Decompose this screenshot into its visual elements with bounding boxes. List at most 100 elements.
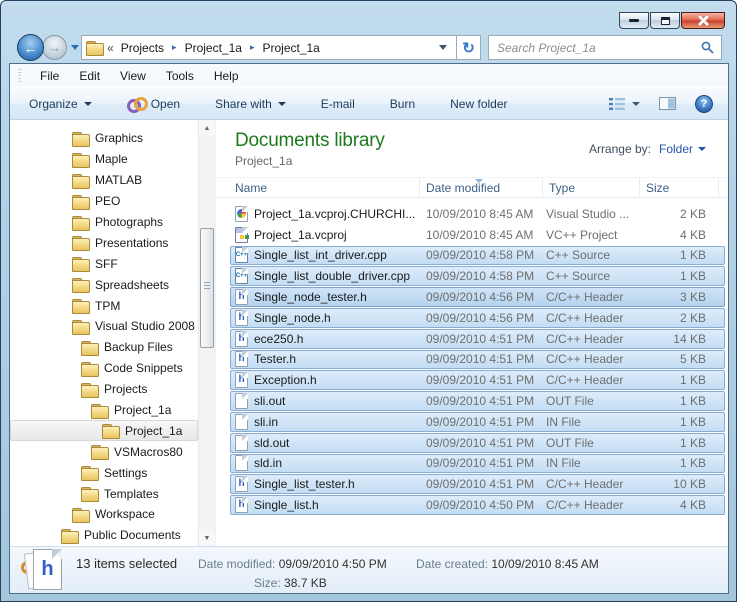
selection-preview-icon: h xyxy=(20,548,66,593)
file-row-single-list-tester-h[interactable]: h Single_list_tester.h 09/09/2010 4:51 PM C… xyxy=(230,474,725,495)
file-row-single-node-tester-h[interactable]: h Single_node_tester.h 09/09/2010 4:56 PM C… xyxy=(230,287,725,307)
sidebar-scrollbar[interactable]: ▲ ▼ xyxy=(198,120,215,546)
file-size: 3 KB xyxy=(679,290,706,305)
recent-pages-dropdown-icon[interactable] xyxy=(71,45,79,50)
file-type: OUT File xyxy=(546,435,594,450)
file-date-modified: 09/09/2010 4:56 PM xyxy=(426,290,535,305)
toolbar-button-burn[interactable]: Burn xyxy=(381,92,424,116)
tree-item-label: TPM xyxy=(95,298,121,313)
minimize-button[interactable] xyxy=(619,12,649,29)
menu-item-help[interactable]: Help xyxy=(204,66,249,86)
toolbar-button-organize[interactable]: Organize xyxy=(20,92,101,116)
sidebar-item-vsmacros80[interactable]: VSMacros80 xyxy=(10,441,198,462)
search-box[interactable] xyxy=(488,35,722,60)
breadcrumb-item-project-1a[interactable]: Project_1a xyxy=(258,39,323,57)
file-date-modified: 09/09/2010 4:51 PM xyxy=(426,373,535,388)
folder-icon xyxy=(72,194,90,210)
address-dropdown-icon[interactable] xyxy=(439,45,447,50)
file-row-single-list-int-driver-cpp[interactable]: C++ Single_list_int_driver.cpp 09/09/2010 … xyxy=(230,245,725,266)
blank-file-icon xyxy=(235,455,248,472)
arrange-by-value[interactable]: Folder xyxy=(659,142,693,156)
breadcrumb-item-projects[interactable]: Projects xyxy=(117,39,168,57)
preview-pane-icon xyxy=(659,97,676,110)
file-row-sld-in[interactable]: sld.in 09/09/2010 4:51 PM IN File 1 KB xyxy=(230,453,725,474)
file-row-sli-out[interactable]: sli.out 09/09/2010 4:51 PM OUT File 1 KB xyxy=(230,391,725,411)
file-name-cell: C++ Single_list_double_driver.cpp xyxy=(231,268,421,285)
file-name-cell: h ece250.h xyxy=(231,330,421,347)
menu-item-file[interactable]: File xyxy=(30,66,69,86)
folder-icon xyxy=(81,487,99,503)
sidebar-item-peo[interactable]: PEO xyxy=(10,191,198,212)
arrange-by-control[interactable]: Arrange by: Folder xyxy=(589,142,706,156)
sidebar-item-workspace[interactable]: Workspace xyxy=(10,504,198,525)
sidebar-item-visual-studio-2008[interactable]: Visual Studio 2008 xyxy=(10,316,198,337)
scrollbar-thumb[interactable] xyxy=(200,228,214,348)
folder-icon xyxy=(72,152,90,168)
column-header-name[interactable]: Name xyxy=(216,178,420,197)
file-size: 1 KB xyxy=(679,248,706,263)
tree-item-label: Templates xyxy=(104,486,159,501)
file-row-sld-out[interactable]: sld.out 09/09/2010 4:51 PM OUT File 1 KB xyxy=(230,432,725,453)
sidebar-item-public-documents[interactable]: Public Documents xyxy=(10,525,198,546)
toolbar-button-e-mail[interactable]: E-mail xyxy=(312,92,364,116)
sidebar-item-project-1a[interactable]: Project_1a xyxy=(10,420,198,442)
sidebar-item-sff[interactable]: SFF xyxy=(10,253,198,274)
column-header-type[interactable]: Type xyxy=(543,178,640,197)
menu-item-tools[interactable]: Tools xyxy=(156,66,204,86)
file-name-cell: h Tester.h xyxy=(231,351,421,368)
file-row-single-node-h[interactable]: h Single_node.h 09/09/2010 4:56 PM C/C++ He… xyxy=(230,307,725,328)
close-button[interactable] xyxy=(681,12,725,29)
back-button[interactable]: ← xyxy=(17,34,44,61)
breadcrumb: Projects ▸ Project_1a ▸ Project_1a xyxy=(117,39,324,57)
sidebar-item-spreadsheets[interactable]: Spreadsheets xyxy=(10,274,198,295)
sidebar-item-matlab[interactable]: MATLAB xyxy=(10,170,198,191)
scroll-down-icon[interactable]: ▼ xyxy=(199,530,215,546)
sidebar-item-projects[interactable]: Projects xyxy=(10,379,198,400)
tree-item-label: VSMacros80 xyxy=(114,444,183,459)
toolbar-button-share-with[interactable]: Share with xyxy=(206,92,295,116)
refresh-button[interactable]: ↻ xyxy=(457,35,481,60)
address-bar[interactable]: « Projects ▸ Project_1a ▸ Project_1a xyxy=(81,35,457,60)
forward-button[interactable]: → xyxy=(42,35,67,60)
help-button[interactable]: ? xyxy=(690,91,718,117)
sidebar-item-photographs[interactable]: Photographs xyxy=(10,212,198,233)
menu-item-edit[interactable]: Edit xyxy=(69,66,110,86)
h-file-icon: h xyxy=(235,309,248,326)
file-row-project-1a-vcproj-churchi-[interactable]: Project_1a.vcproj.CHURCHI... 10/09/2010 8… xyxy=(230,204,725,224)
menu-item-view[interactable]: View xyxy=(110,66,156,86)
file-row-ece250-h[interactable]: h ece250.h 09/09/2010 4:51 PM C/C++ Header 1… xyxy=(230,328,725,349)
sidebar-item-graphics[interactable]: Graphics xyxy=(10,128,198,149)
change-view-button[interactable] xyxy=(604,94,645,114)
sidebar-item-tpm[interactable]: TPM xyxy=(10,295,198,316)
scroll-up-icon[interactable]: ▲ xyxy=(199,120,215,136)
tree-item-label: Project_1a xyxy=(125,423,183,438)
column-header-size[interactable]: Size xyxy=(640,178,719,197)
file-row-exception-h[interactable]: h Exception.h 09/09/2010 4:51 PM C/C++ Head… xyxy=(230,370,725,391)
sidebar-item-backup-files[interactable]: Backup Files xyxy=(10,337,198,358)
file-name: Project_1a.vcproj.CHURCHI... xyxy=(254,206,416,221)
folder-icon xyxy=(72,131,90,147)
file-row-project-1a-vcproj[interactable]: Project_1a.vcproj 10/09/2010 8:45 AM VC++ … xyxy=(230,225,725,245)
sidebar-item-templates[interactable]: Templates xyxy=(10,483,198,504)
toolbar-button-open[interactable]: Open xyxy=(118,92,189,116)
search-icon[interactable] xyxy=(701,41,714,54)
preview-pane-button[interactable] xyxy=(654,93,681,114)
restore-button[interactable] xyxy=(650,12,680,29)
toolbar-button-new-folder[interactable]: New folder xyxy=(441,92,516,116)
search-input[interactable] xyxy=(497,40,701,55)
sidebar-item-settings[interactable]: Settings xyxy=(10,462,198,483)
sidebar-item-code-snippets[interactable]: Code Snippets xyxy=(10,358,198,379)
file-row-sli-in[interactable]: sli.in 09/09/2010 4:51 PM IN File 1 KB xyxy=(230,411,725,432)
sidebar-item-project-1a[interactable]: Project_1a xyxy=(10,400,198,421)
file-row-tester-h[interactable]: h Tester.h 09/09/2010 4:51 PM C/C++ Header 5… xyxy=(230,349,725,370)
file-row-single-list-double-driver-cpp[interactable]: C++ Single_list_double_driver.cpp 09/09/20… xyxy=(230,266,725,287)
sidebar-item-presentations[interactable]: Presentations xyxy=(10,232,198,253)
sidebar-item-maple[interactable]: Maple xyxy=(10,149,198,170)
breadcrumb-overflow-chevron[interactable]: « xyxy=(103,41,117,55)
breadcrumb-item-project-1a[interactable]: Project_1a xyxy=(181,39,246,57)
tree-item-label: Photographs xyxy=(95,215,164,229)
folder-icon xyxy=(72,236,90,252)
selection-count: 13 items selected xyxy=(76,556,178,571)
tree-item-label: MATLAB xyxy=(95,173,143,188)
file-row-single-list-h[interactable]: h Single_list.h 09/09/2010 4:50 PM C/C++ He… xyxy=(230,495,725,515)
